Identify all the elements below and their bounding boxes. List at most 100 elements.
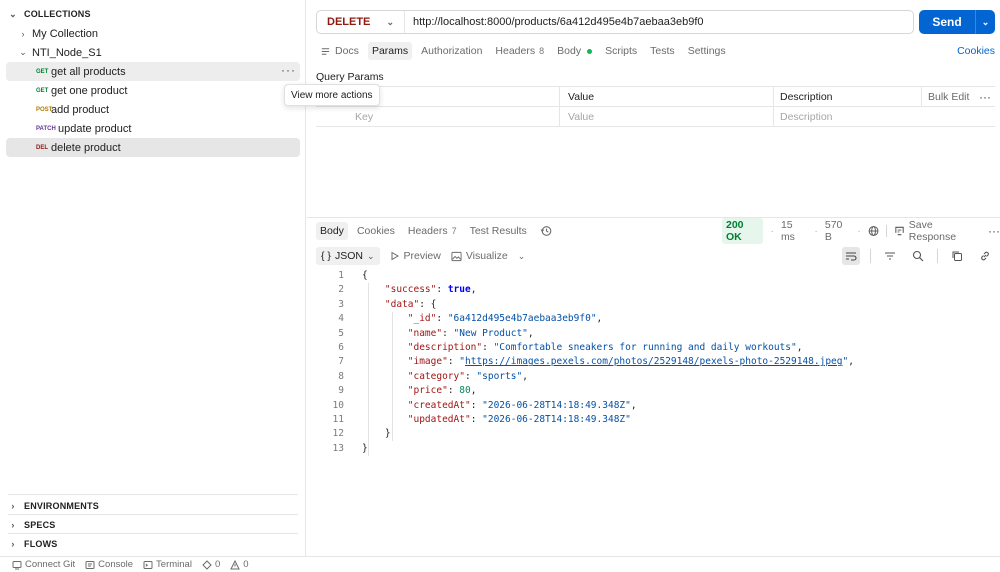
tab-response-body[interactable]: Body [316, 222, 348, 240]
json-value-price: 80 [459, 385, 471, 397]
wrap-lines-icon[interactable] [842, 247, 860, 265]
request-label: get one product [51, 84, 128, 97]
code-line: 3 "data": { [338, 298, 437, 310]
preview-button[interactable]: Preview [390, 250, 441, 262]
key-input[interactable]: Key [355, 107, 373, 127]
save-response-button[interactable]: Save Response [894, 219, 977, 243]
request-get-all-products[interactable]: GET get all products ··· [6, 62, 300, 81]
code-line: 1{ [338, 270, 368, 281]
sidebar: ⌄ COLLECTIONS › My Collection ⌄ NTI_Node… [0, 0, 306, 556]
code-line: 13} [332, 442, 368, 454]
console-icon [85, 560, 95, 569]
status-badge[interactable]: 200 OK [722, 218, 764, 244]
play-icon [391, 251, 399, 261]
tab-scripts[interactable]: Scripts [601, 42, 641, 60]
link-icon[interactable] [976, 247, 994, 265]
column-header-value: Value [568, 91, 595, 103]
warning-icon [230, 559, 241, 569]
errors-indicator[interactable]: 0 [202, 559, 220, 570]
tab-response-headers[interactable]: Headers 7 [404, 222, 461, 240]
chevron-down-icon: ⌄ [386, 16, 394, 27]
specs-section-header[interactable]: › SPECS [8, 517, 56, 533]
copy-icon[interactable] [948, 247, 966, 265]
filter-icon[interactable] [881, 247, 899, 265]
request-update-product[interactable]: PATCH update product [6, 119, 300, 138]
chevron-down-icon[interactable]: ⌄ [976, 17, 995, 28]
divider [8, 514, 298, 515]
code-line: 5 "name": "New Product", [338, 327, 534, 339]
request-label: add product [51, 103, 110, 116]
chevron-right-icon: › [21, 28, 25, 39]
cookies-link[interactable]: Cookies [957, 45, 995, 57]
body-indicator-dot [587, 48, 593, 54]
method-badge: PATCH [36, 125, 56, 132]
description-input[interactable]: Description [780, 107, 833, 127]
format-dropdown[interactable]: { } JSON ⌄ [316, 247, 380, 265]
tab-docs[interactable]: Docs [316, 42, 363, 60]
terminal-button[interactable]: Terminal [143, 559, 192, 570]
docs-icon [321, 47, 330, 55]
visualize-button[interactable]: Visualize ⌄ [451, 250, 525, 262]
tab-params[interactable]: Params [367, 42, 413, 60]
request-delete-product[interactable]: DEL delete product [6, 138, 300, 157]
console-button[interactable]: Console [85, 559, 133, 570]
flows-section-header[interactable]: › FLOWS [8, 536, 58, 552]
globe-icon[interactable] [868, 225, 879, 237]
json-value-category: "sports" [476, 370, 523, 382]
terminal-icon [143, 560, 153, 569]
environments-section-header[interactable]: › ENVIRONMENTS [8, 498, 99, 514]
method-badge: GET [36, 68, 49, 75]
code-line: 10 "createdAt": "2026-06-28T14:18:49.348… [332, 399, 637, 411]
url-input[interactable]: http://localhost:8000/products/6a412d495… [405, 16, 704, 28]
more-actions-icon[interactable]: ··· [988, 224, 1000, 238]
request-get-one-product[interactable]: GET get one product [6, 81, 300, 100]
tab-authorization[interactable]: Authorization [417, 42, 486, 60]
query-params-title: Query Params [316, 71, 384, 83]
tab-response-cookies[interactable]: Cookies [353, 222, 399, 240]
json-value-created-at: "2026-06-28T14:18:49.348Z" [482, 399, 631, 411]
response-size[interactable]: 570 B [825, 219, 850, 243]
method-dropdown[interactable]: DELETE ⌄ [317, 11, 405, 33]
json-value-success: true [447, 284, 471, 296]
divider [8, 533, 298, 534]
chevron-right-icon: › [11, 501, 15, 511]
send-button[interactable]: Send ⌄ [919, 10, 995, 34]
search-icon[interactable] [909, 247, 927, 265]
tooltip: View more actions [284, 84, 380, 106]
connect-git-button[interactable]: Connect Git [12, 559, 75, 570]
json-value-id: "6a412d495e4b7aebaa3eb9f0" [447, 313, 597, 325]
chevron-down-icon: ⌄ [19, 47, 27, 57]
divider [8, 494, 298, 495]
tab-test-results[interactable]: Test Results [466, 222, 531, 240]
collections-section-header[interactable]: ⌄ COLLECTIONS [8, 6, 91, 22]
bulk-edit-button[interactable]: Bulk Edit [928, 87, 969, 107]
tab-headers[interactable]: Headers 8 [491, 42, 548, 60]
more-actions-icon[interactable]: ··· [979, 87, 991, 107]
divider [921, 87, 922, 107]
code-line: 11 "updatedAt": "2026-06-28T14:18:49.348… [332, 413, 631, 425]
response-actions [842, 247, 994, 265]
url-bar: DELETE ⌄ http://localhost:8000/products/… [316, 10, 914, 34]
divider [885, 225, 887, 237]
response-body-viewer[interactable]: 1{ 2 "success": true, 3 "data": { 4 "_id… [316, 269, 854, 456]
value-input[interactable]: Value [568, 107, 594, 127]
method-badge: DEL [36, 144, 48, 151]
save-response-icon [895, 226, 904, 236]
collection-my-collection[interactable]: › My Collection [18, 24, 300, 43]
headers-count: 8 [539, 46, 545, 56]
method-badge: POST [36, 106, 53, 113]
history-icon[interactable] [536, 222, 556, 240]
json-image-link[interactable]: https://images.pexels.com/photos/2529148… [465, 356, 843, 367]
response-time[interactable]: 15 ms [781, 219, 807, 243]
braces-icon: { } [321, 250, 331, 262]
request-add-product[interactable]: POST add product [6, 100, 300, 119]
pane-divider[interactable] [307, 217, 1000, 218]
request-label: delete product [51, 141, 121, 154]
column-header-description: Description [780, 91, 833, 103]
more-actions-icon[interactable]: ··· [281, 63, 296, 77]
tab-tests[interactable]: Tests [646, 42, 679, 60]
tab-body[interactable]: Body [553, 42, 596, 60]
tab-settings[interactable]: Settings [684, 42, 730, 60]
folder-nti-node-s1[interactable]: ⌄ NTI_Node_S1 [18, 43, 300, 62]
warnings-indicator[interactable]: 0 [230, 559, 249, 570]
